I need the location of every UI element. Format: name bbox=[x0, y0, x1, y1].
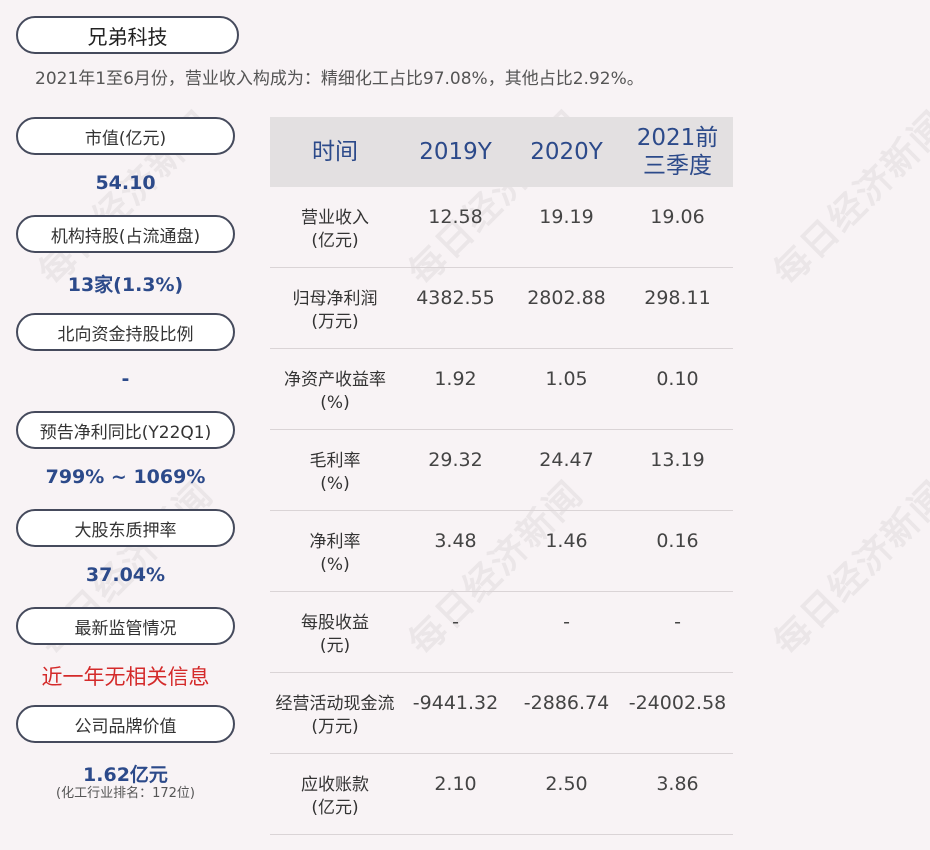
header-2020: 2020Y bbox=[530, 139, 603, 165]
table-cell: 13.19 bbox=[650, 449, 705, 471]
table-cell: 2802.88 bbox=[527, 287, 606, 309]
table-row: 净利率 (%) 3.48 1.46 0.16 bbox=[270, 511, 733, 592]
metric-label-profit-forecast: 预告净利同比(Y22Q1) bbox=[16, 411, 235, 449]
table-cell: 1.46 bbox=[545, 530, 588, 552]
metric-value-regulatory: 近一年无相关信息 bbox=[41, 665, 210, 689]
company-name: 兄弟科技 bbox=[16, 16, 239, 54]
table-body: 营业收入 (亿元) 12.58 19.19 19.06 归母净利润 (万元) 4382.55 2… bbox=[270, 187, 733, 835]
table-cell: 0.16 bbox=[656, 530, 699, 552]
row-label: 每股收益 (元) bbox=[270, 592, 400, 672]
table-cell: 19.19 bbox=[539, 206, 594, 228]
table-cell: 3.48 bbox=[434, 530, 477, 552]
table-row: 应收账款 (亿元) 2.10 2.50 3.86 bbox=[270, 754, 733, 835]
header-period: 时间 bbox=[312, 139, 358, 165]
table-cell: 29.32 bbox=[428, 449, 483, 471]
table-cell: 1.05 bbox=[545, 368, 588, 390]
row-label: 应收账款 (亿元) bbox=[270, 754, 400, 834]
table-cell: 1.92 bbox=[434, 368, 477, 390]
metric-note-brand-rank: (化工行业排名：172位) bbox=[56, 786, 195, 801]
row-label-unit: (%) bbox=[320, 555, 350, 575]
metric-label-northbound: 北向资金持股比例 bbox=[16, 313, 235, 351]
table-cell: - bbox=[452, 611, 459, 633]
table-cell: 298.11 bbox=[644, 287, 711, 309]
table-cell: 3.86 bbox=[656, 773, 699, 795]
metric-value-market-cap: 54.10 bbox=[95, 172, 156, 194]
row-label: 净利率 (%) bbox=[270, 511, 400, 591]
row-label-name: 营业收入 bbox=[301, 208, 369, 228]
table-row: 毛利率 (%) 29.32 24.47 13.19 bbox=[270, 430, 733, 511]
row-label-unit: (元) bbox=[319, 636, 351, 656]
row-label: 归母净利润 (万元) bbox=[270, 268, 400, 348]
financial-table: 时间 2019Y 2020Y 2021前三季度 营业收入 (亿元) 12.58 19.… bbox=[270, 117, 733, 835]
table-cell: 2.50 bbox=[545, 773, 588, 795]
row-label-name: 每股收益 bbox=[301, 613, 369, 633]
row-label: 毛利率 (%) bbox=[270, 430, 400, 510]
row-label-name: 净利率 bbox=[309, 532, 361, 552]
row-label-name: 应收账款 bbox=[301, 775, 369, 795]
table-row: 归母净利润 (万元) 4382.55 2802.88 298.11 bbox=[270, 268, 733, 349]
table-cell: -2886.74 bbox=[523, 692, 610, 714]
table-row: 每股收益 (元) - - - bbox=[270, 592, 733, 673]
row-label: 经营活动现金流 (万元) bbox=[270, 673, 400, 753]
row-label: 营业收入 (亿元) bbox=[270, 187, 400, 267]
metric-label-institutional-holding: 机构持股(占流通盘) bbox=[16, 215, 235, 253]
table-cell: 19.06 bbox=[650, 206, 705, 228]
watermark: 每日经济新闻 bbox=[766, 473, 930, 664]
metric-label-regulatory: 最新监管情况 bbox=[16, 607, 235, 645]
row-label-name: 毛利率 bbox=[309, 451, 361, 471]
table-row: 营业收入 (亿元) 12.58 19.19 19.06 bbox=[270, 187, 733, 268]
row-label-name: 经营活动现金流 bbox=[275, 694, 395, 714]
table-cell: - bbox=[563, 611, 570, 633]
table-cell: 4382.55 bbox=[416, 287, 495, 309]
metric-value-pledge-rate: 37.04% bbox=[85, 564, 166, 586]
metric-value-northbound: - bbox=[121, 368, 130, 390]
table-cell: 2.10 bbox=[434, 773, 477, 795]
metric-label-market-cap: 市值(亿元) bbox=[16, 117, 235, 155]
header-2019: 2019Y bbox=[419, 139, 492, 165]
metric-value-institutional-holding: 13家(1.3%) bbox=[67, 274, 184, 296]
row-label-unit: (亿元) bbox=[311, 231, 359, 251]
row-label-unit: (%) bbox=[320, 393, 350, 413]
table-cell: 24.47 bbox=[539, 449, 594, 471]
header-2021q3: 2021前三季度 bbox=[636, 125, 719, 179]
row-label-unit: (亿元) bbox=[311, 798, 359, 818]
row-label-unit: (万元) bbox=[311, 312, 359, 332]
table-row: 经营活动现金流 (万元) -9441.32 -2886.74 -24002.58 bbox=[270, 673, 733, 754]
row-label-unit: (万元) bbox=[311, 717, 359, 737]
table-cell: 0.10 bbox=[656, 368, 699, 390]
watermark: 每日经济新闻 bbox=[766, 103, 930, 294]
table-cell: -9441.32 bbox=[412, 692, 499, 714]
revenue-summary: 2021年1至6月份，营业收入构成为：精细化工占比97.08%，其他占比2.92… bbox=[35, 69, 644, 89]
table-row: 净资产收益率 (%) 1.92 1.05 0.10 bbox=[270, 349, 733, 430]
row-label-name: 归母净利润 bbox=[292, 289, 378, 309]
table-cell: -24002.58 bbox=[628, 692, 727, 714]
table-cell: - bbox=[674, 611, 681, 633]
table-header: 时间 2019Y 2020Y 2021前三季度 bbox=[270, 117, 733, 187]
metric-label-pledge-rate: 大股东质押率 bbox=[16, 509, 235, 547]
row-label: 净资产收益率 (%) bbox=[270, 349, 400, 429]
table-cell: 12.58 bbox=[428, 206, 483, 228]
metric-value-profit-forecast: 799% ~ 1069% bbox=[45, 466, 206, 488]
metric-label-brand-value: 公司品牌价值 bbox=[16, 705, 235, 743]
row-label-name: 净资产收益率 bbox=[284, 370, 386, 390]
row-label-unit: (%) bbox=[320, 474, 350, 494]
